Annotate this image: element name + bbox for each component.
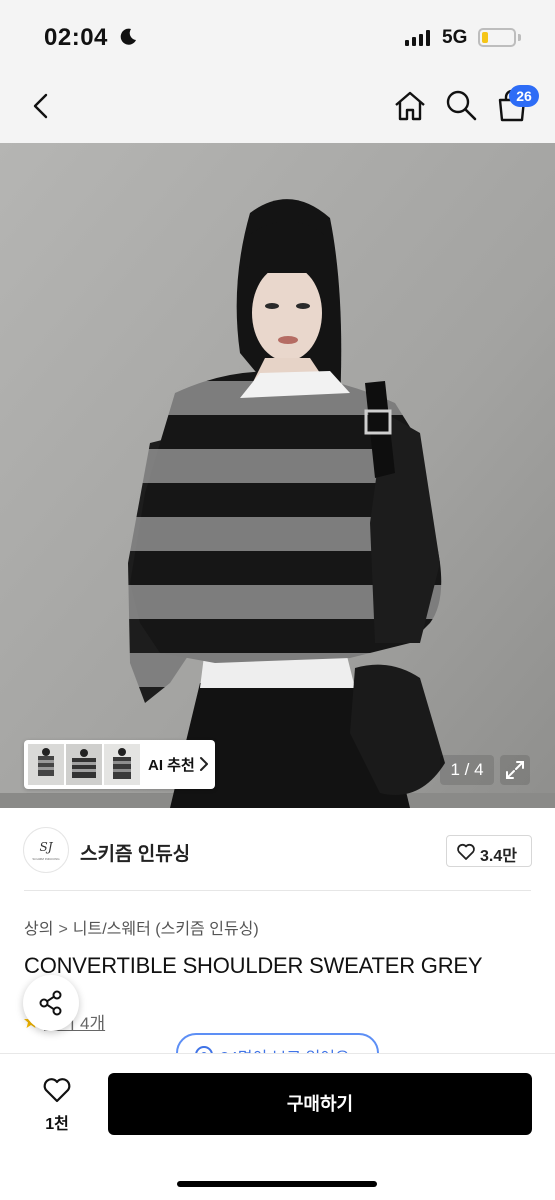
nav-bar xyxy=(0,70,555,143)
ai-recommend-label: AI 추천 xyxy=(148,757,195,774)
share-icon xyxy=(39,990,62,1016)
status-time: 02:04 xyxy=(44,24,108,51)
buy-button[interactable]: 구매하기 xyxy=(108,1073,532,1135)
heart-icon xyxy=(43,1078,71,1103)
shop-logo-mark: SJ xyxy=(39,840,53,854)
thumbnail-2 xyxy=(66,744,102,785)
breadcrumb: 상의 > 니트/스웨터 (스키즘 인듀싱) xyxy=(24,915,259,939)
expand-icon[interactable] xyxy=(500,755,530,785)
thumbnail-3 xyxy=(104,744,140,785)
home-indicator xyxy=(177,1181,377,1187)
status-bar: 02:04 5G xyxy=(0,0,555,70)
model-photo xyxy=(0,143,555,808)
breadcrumb-separator: > xyxy=(58,921,68,938)
shop-row[interactable]: SJ SCHIZM INDUCING 스키즘 인듀싱 3.4만 xyxy=(0,815,555,890)
back-icon[interactable] xyxy=(26,88,56,124)
shop-logo[interactable]: SJ SCHIZM INDUCING xyxy=(23,827,69,873)
share-button[interactable] xyxy=(23,975,79,1031)
home-icon[interactable] xyxy=(392,88,428,124)
divider xyxy=(24,890,531,891)
network-label: 5G xyxy=(442,27,468,48)
thumbnail-1 xyxy=(28,744,64,785)
ai-recommend-chip[interactable]: AI 추천 xyxy=(24,740,215,789)
shop-like-count: 3.4만 xyxy=(480,848,517,865)
battery-tip xyxy=(518,34,521,41)
battery-icon xyxy=(478,28,516,47)
heart-icon xyxy=(457,843,475,860)
breadcrumb-subcategory[interactable]: 니트/스웨터 (스키즘 인듀싱) xyxy=(73,921,259,938)
moon-icon xyxy=(120,28,136,45)
product-image[interactable]: AI 추천 1 / 4 xyxy=(0,143,555,808)
search-icon[interactable] xyxy=(444,88,478,122)
battery-fill xyxy=(482,32,488,43)
cart-badge: 26 xyxy=(509,85,539,107)
shop-like-button[interactable]: 3.4만 xyxy=(446,835,532,867)
product-title: CONVERTIBLE SHOULDER SWEATER GREY xyxy=(24,953,483,978)
shop-name[interactable]: 스키즘 인듀싱 xyxy=(80,839,190,866)
signal-icon xyxy=(405,30,430,46)
wish-button[interactable]: 1천 xyxy=(31,1076,83,1133)
image-counter: 1 / 4 xyxy=(440,755,494,785)
shop-logo-sub: SCHIZM INDUCING xyxy=(32,857,60,861)
chevron-right-icon xyxy=(200,757,208,771)
wish-count: 1천 xyxy=(45,1116,69,1133)
bottom-action-bar: 1천 구매하기 xyxy=(0,1053,555,1200)
breadcrumb-category[interactable]: 상의 xyxy=(24,921,53,938)
